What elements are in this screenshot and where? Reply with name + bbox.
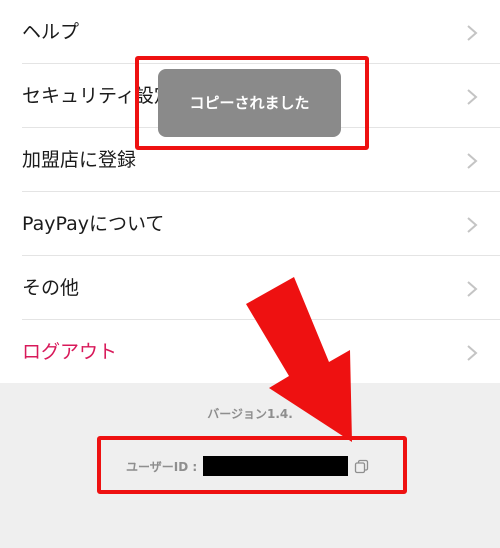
menu-item-other[interactable]: その他	[0, 256, 500, 320]
menu-item-label: その他	[22, 277, 80, 299]
chevron-right-icon	[467, 217, 478, 233]
menu-item-label: セキュリティ設定	[22, 85, 173, 107]
menu-item-label: 加盟店に登録	[22, 149, 137, 171]
menu-item-label: PayPayについて	[22, 213, 165, 235]
settings-menu: ヘルプ セキュリティ設定 加盟店に登録 PayPayについて その他 ログアウト	[0, 0, 500, 384]
copy-icon[interactable]	[354, 459, 369, 474]
user-id-label: ユーザーID :	[126, 459, 198, 474]
chevron-right-icon	[467, 153, 478, 169]
menu-item-about[interactable]: PayPayについて	[0, 192, 500, 256]
user-id-redacted	[203, 456, 349, 476]
chevron-right-icon	[467, 25, 478, 41]
chevron-right-icon	[467, 89, 478, 105]
chevron-right-icon	[467, 281, 478, 297]
chevron-right-icon	[467, 345, 478, 361]
menu-item-help[interactable]: ヘルプ	[0, 0, 500, 64]
menu-item-merchant-register[interactable]: 加盟店に登録	[0, 128, 500, 192]
user-id-row: ユーザーID :	[126, 456, 369, 476]
app-info-footer: バージョン1.4. ユーザーID :	[0, 383, 500, 548]
settings-screen: ヘルプ セキュリティ設定 加盟店に登録 PayPayについて その他 ログアウト	[0, 0, 500, 548]
logout-label: ログアウト	[22, 341, 118, 363]
version-text: バージョン1.4.	[207, 407, 293, 421]
copied-toast: コピーされました	[158, 69, 341, 137]
menu-item-label: ヘルプ	[22, 21, 80, 43]
menu-item-logout[interactable]: ログアウト	[0, 320, 500, 384]
